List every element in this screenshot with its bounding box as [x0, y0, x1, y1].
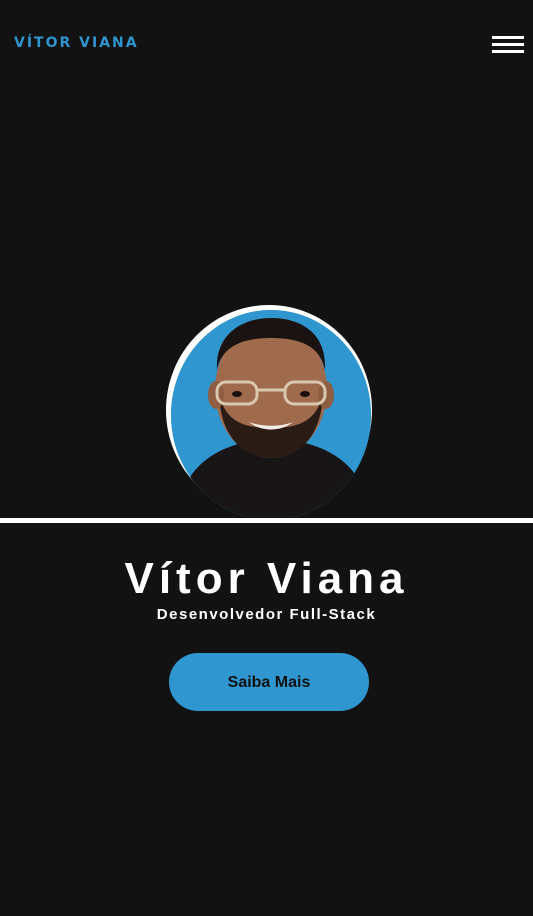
profile-photo-image — [171, 310, 371, 520]
hero-name: Vítor Viana — [124, 554, 409, 603]
menu-bar-bottom — [492, 50, 524, 53]
menu-bar-top — [492, 36, 524, 39]
hamburger-menu-icon[interactable] — [492, 34, 524, 56]
person-portrait-icon — [171, 310, 371, 520]
profile-photo — [166, 305, 372, 520]
page: VÍTOR VIANA Vítor Viana Desenvolvedor Fu… — [0, 0, 533, 916]
hero-role: Desenvolvedor Full-Stack — [156, 606, 377, 623]
saiba-mais-button[interactable]: Saiba Mais — [169, 653, 369, 711]
site-logo[interactable]: VÍTOR VIANA — [14, 35, 139, 51]
hero-divider — [0, 518, 533, 523]
menu-bar-middle — [492, 43, 524, 46]
